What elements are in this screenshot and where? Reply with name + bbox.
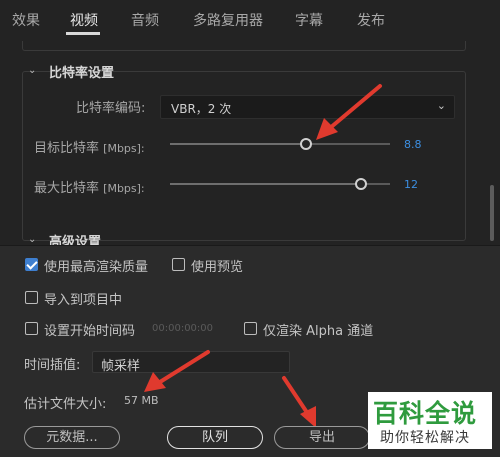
chevron-down-icon[interactable]: ⌄ [28,65,36,76]
bitrate-section-title[interactable]: 比特率设置 [49,62,114,81]
metadata-button[interactable]: 元数据... [24,426,120,449]
time-interpolation-label: 时间插值: [24,358,81,373]
slider-fill [170,143,307,145]
max-render-quality-checkbox[interactable] [25,258,38,271]
alpha-only-checkbox[interactable] [244,322,257,335]
annotation-arrow-icon [144,350,210,392]
alpha-only-label[interactable]: 仅渲染 Alpha 通道 [263,320,373,339]
max-render-quality-label[interactable]: 使用最高渲染质量 [44,256,148,275]
chevron-down-icon: ⌄ [436,99,446,112]
watermark-logo: 百科全说 助你轻松解决 [368,392,492,449]
tab-effects[interactable]: 效果 [12,10,40,30]
tab-video[interactable]: 视频 [70,10,98,30]
watermark-subtitle: 助你轻松解决 [380,430,470,446]
slider-fill [170,183,362,185]
annotation-arrow-icon [316,84,382,140]
max-bitrate-value[interactable]: 12 [404,178,418,191]
max-bitrate-label: 最大比特率 [Mbps]: [34,181,145,196]
encoding-label: 比特率编码: [76,101,146,116]
filesize-label: 估计文件大小: [24,397,107,412]
time-interpolation-value: 帧采样 [101,359,141,374]
video-settings-panel: ⌄ 比特率设置 比特率编码: VBR，2 次 ⌄ 目标比特率 [Mbps]: 8… [0,35,500,250]
queue-button[interactable]: 队列 [167,426,263,449]
start-timecode-label[interactable]: 设置开始时间码 [44,320,135,339]
annotation-arrow-icon [282,376,316,428]
target-bitrate-label: 目标比特率 [Mbps]: [34,141,145,156]
encoding-value: VBR，2 次 [171,102,232,116]
tab-audio[interactable]: 音频 [131,10,159,30]
previous-section-box [22,41,466,51]
use-preview-label[interactable]: 使用预览 [191,256,243,275]
target-bitrate-value[interactable]: 8.8 [404,138,422,151]
export-button[interactable]: 导出 [274,426,370,449]
tab-captions[interactable]: 字幕 [295,10,323,30]
use-preview-checkbox[interactable] [172,258,185,271]
import-project-checkbox[interactable] [25,291,38,304]
import-project-label[interactable]: 导入到项目中 [44,289,122,308]
tab-multiplexer[interactable]: 多路复用器 [193,10,263,30]
chevron-down-icon[interactable]: ⌄ [28,234,36,245]
timecode-field[interactable]: 00:00:00:00 [152,323,213,334]
tab-bar: 效果 视频 音频 多路复用器 字幕 发布 [0,0,500,35]
vertical-scrollbar[interactable] [490,185,494,241]
start-timecode-checkbox[interactable] [25,322,38,335]
watermark-title: 百科全说 [373,399,478,428]
tab-publish[interactable]: 发布 [357,10,385,30]
encoding-dropdown[interactable]: VBR，2 次 ⌄ [160,95,455,119]
